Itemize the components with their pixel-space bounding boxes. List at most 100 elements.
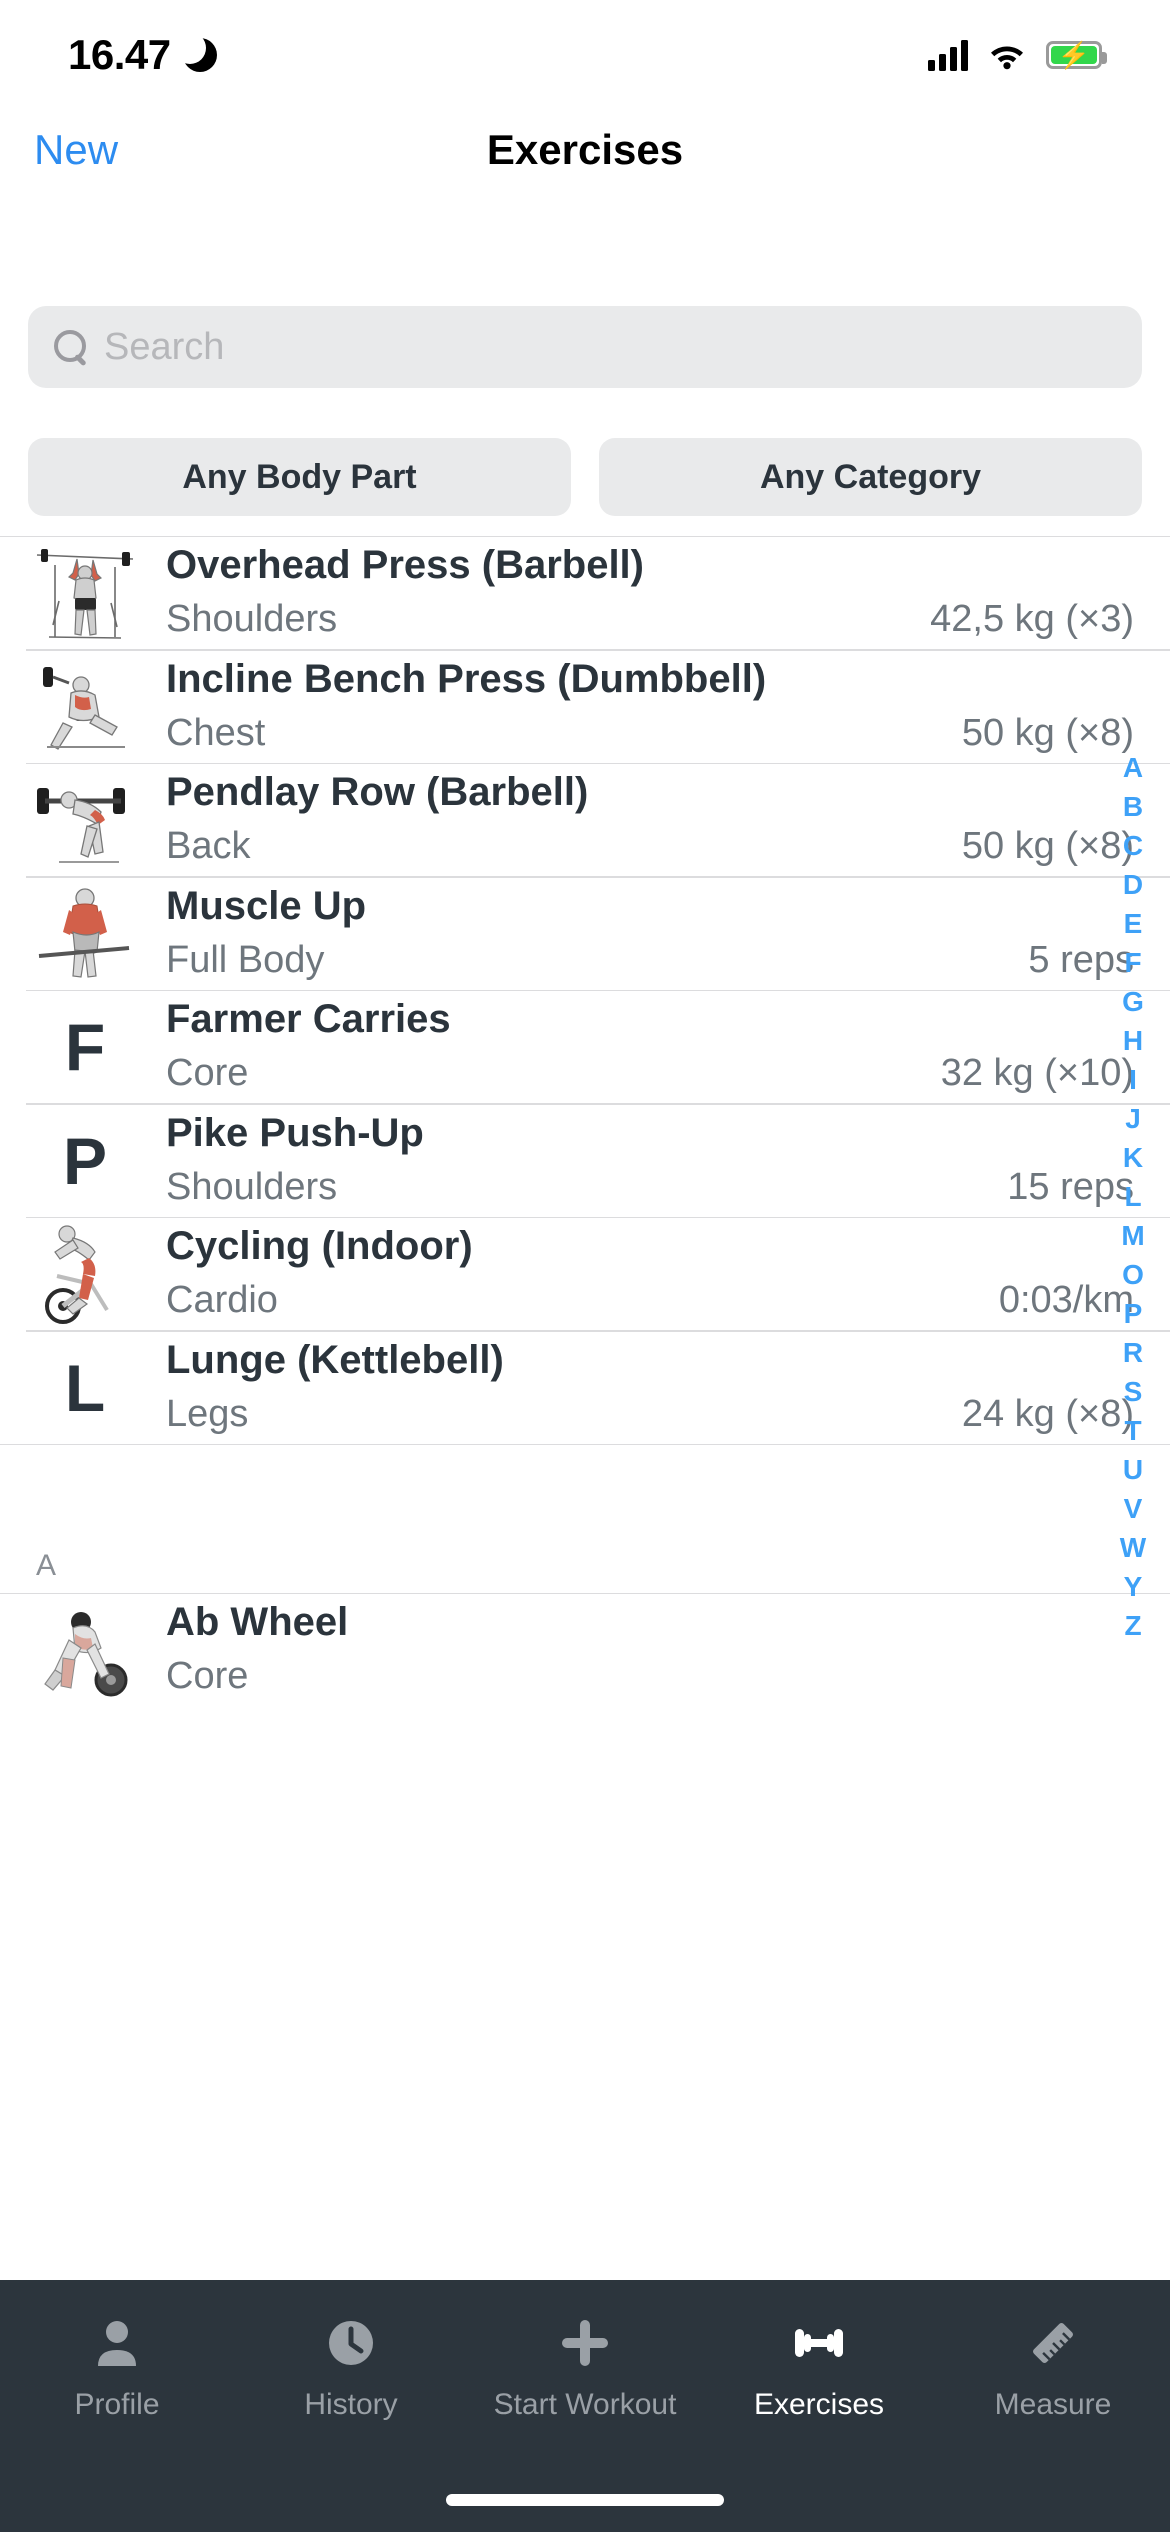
figure-muscle-up-icon bbox=[26, 882, 144, 986]
exercise-group: Legs bbox=[166, 1392, 249, 1435]
exercise-name: Cycling (Indoor) bbox=[166, 1224, 473, 1268]
table-row[interactable]: Muscle Up Full Body 5 reps bbox=[0, 878, 1170, 990]
exercise-group: Full Body bbox=[166, 938, 325, 981]
section-header: A bbox=[0, 1508, 1170, 1594]
exercise-name: Overhead Press (Barbell) bbox=[166, 543, 644, 587]
exercise-group: Core bbox=[166, 1654, 249, 1697]
exercise-name: Lunge (Kettlebell) bbox=[166, 1337, 504, 1382]
tab-profile-label: Profile bbox=[74, 2388, 160, 2421]
search-input[interactable]: Search bbox=[104, 326, 224, 369]
tab-history-label: History bbox=[304, 2388, 398, 2421]
ruler-icon bbox=[1026, 2314, 1080, 2372]
exercise-name: Ab Wheel bbox=[166, 1599, 349, 1644]
letter-placeholder-label: P bbox=[62, 1123, 108, 1198]
alphabet-index-letter[interactable]: Y bbox=[1124, 1567, 1143, 1606]
tab-bar: Profile History Start Workout Exercises … bbox=[0, 2280, 1170, 2532]
tab-exercises-label: Exercises bbox=[753, 2388, 885, 2421]
figure-overhead-press-icon bbox=[26, 541, 144, 645]
table-row[interactable]: L Lunge (Kettlebell) Legs 24 kg (×8) bbox=[0, 1332, 1170, 1444]
status-bar-left: 16.47 bbox=[68, 31, 217, 79]
alphabet-index-letter[interactable]: T bbox=[1124, 1411, 1141, 1450]
table-row[interactable]: Overhead Press (Barbell) Shoulders 42,5 … bbox=[0, 537, 1170, 649]
exercise-name: Farmer Carries bbox=[166, 997, 451, 1041]
table-row[interactable]: Ab Wheel Core bbox=[0, 1594, 1170, 1706]
exercise-group: Cardio bbox=[166, 1279, 278, 1321]
alphabet-index-letter[interactable]: S bbox=[1124, 1372, 1143, 1411]
alphabet-index-letter[interactable]: I bbox=[1129, 1060, 1137, 1099]
list-fade-overlay bbox=[0, 2220, 1170, 2280]
alphabet-index[interactable]: ABCDEFGHIJKLMOPRSTUVWYZ bbox=[1106, 748, 1160, 1645]
table-row[interactable]: Cycling (Indoor) Cardio 0:03/km bbox=[0, 1218, 1170, 1330]
alphabet-index-letter[interactable]: L bbox=[1124, 1177, 1141, 1216]
exercise-name: Pike Push-Up bbox=[166, 1110, 424, 1155]
alphabet-index-letter[interactable]: A bbox=[1123, 748, 1143, 787]
figure-incline-bench-press-icon bbox=[26, 655, 144, 759]
tab-profile[interactable]: Profile bbox=[0, 2314, 234, 2422]
page-title: Exercises bbox=[486, 126, 684, 173]
alphabet-index-letter[interactable]: Z bbox=[1124, 1606, 1141, 1645]
exercise-group: Chest bbox=[166, 711, 266, 754]
wifi-icon bbox=[988, 40, 1026, 70]
person-icon bbox=[93, 2314, 141, 2372]
alphabet-index-letter[interactable]: P bbox=[1124, 1294, 1143, 1333]
tab-exercises[interactable]: Exercises bbox=[702, 2314, 936, 2422]
alphabet-index-letter[interactable]: W bbox=[1120, 1528, 1146, 1567]
letter-placeholder: F bbox=[26, 995, 144, 1099]
battery-charging-icon: ⚡ bbox=[1046, 41, 1107, 69]
letter-placeholder: L bbox=[26, 1336, 144, 1440]
alphabet-index-letter[interactable]: C bbox=[1123, 826, 1143, 865]
alphabet-index-letter[interactable]: F bbox=[1124, 943, 1141, 982]
alphabet-index-letter[interactable]: H bbox=[1123, 1021, 1143, 1060]
clock-icon bbox=[326, 2314, 376, 2372]
search-icon bbox=[52, 329, 88, 365]
figure-pendlay-row-icon bbox=[26, 768, 144, 872]
figure-cycling-indoor-icon bbox=[26, 1222, 144, 1326]
alphabet-index-letter[interactable]: R bbox=[1123, 1333, 1143, 1372]
alphabet-index-letter[interactable]: G bbox=[1122, 982, 1144, 1021]
alphabet-index-letter[interactable]: O bbox=[1122, 1255, 1144, 1294]
filter-row: Any Body Part Any Category bbox=[28, 438, 1142, 516]
row-body: Ab Wheel Core bbox=[144, 1598, 1134, 1702]
alphabet-index-letter[interactable]: D bbox=[1123, 865, 1143, 904]
exercise-group: Core bbox=[166, 1052, 249, 1094]
table-row[interactable]: P Pike Push-Up Shoulders 15 reps bbox=[0, 1105, 1170, 1217]
exercise-value: 32 kg (×10) bbox=[940, 1052, 1134, 1094]
table-row[interactable]: Pendlay Row (Barbell) Back 50 kg (×8) bbox=[0, 764, 1170, 876]
tab-history[interactable]: History bbox=[234, 2314, 468, 2422]
exercise-name: Pendlay Row (Barbell) bbox=[166, 770, 589, 814]
row-body: Pendlay Row (Barbell) Back 50 kg (×8) bbox=[144, 768, 1134, 872]
row-body: Overhead Press (Barbell) Shoulders 42,5 … bbox=[144, 541, 1134, 645]
row-body: Pike Push-Up Shoulders 15 reps bbox=[144, 1109, 1134, 1213]
alphabet-index-letter[interactable]: U bbox=[1123, 1450, 1143, 1489]
alphabet-index-letter[interactable]: V bbox=[1124, 1489, 1143, 1528]
tab-measure[interactable]: Measure bbox=[936, 2314, 1170, 2422]
alphabet-index-letter[interactable]: J bbox=[1125, 1099, 1141, 1138]
tab-start-workout-label: Start Workout bbox=[493, 2388, 677, 2421]
tab-measure-label: Measure bbox=[994, 2388, 1112, 2421]
table-row[interactable]: F Farmer Carries Core 32 kg (×10) bbox=[0, 991, 1170, 1103]
exercise-list: Overhead Press (Barbell) Shoulders 42,5 … bbox=[0, 536, 1170, 1706]
letter-placeholder-label: F bbox=[64, 1010, 106, 1084]
status-bar-right: ⚡ bbox=[928, 39, 1107, 71]
cellular-signal-icon bbox=[928, 39, 968, 71]
search-field[interactable]: Search bbox=[28, 306, 1142, 388]
row-body: Incline Bench Press (Dumbbell) Chest 50 … bbox=[144, 655, 1134, 759]
filter-body-part-button[interactable]: Any Body Part bbox=[28, 438, 571, 516]
exercise-group: Back bbox=[166, 825, 251, 867]
table-row[interactable]: Incline Bench Press (Dumbbell) Chest 50 … bbox=[0, 651, 1170, 763]
alphabet-index-letter[interactable]: B bbox=[1123, 787, 1143, 826]
exercise-group: Shoulders bbox=[166, 1165, 338, 1208]
alphabet-index-letter[interactable]: M bbox=[1121, 1216, 1144, 1255]
alphabet-index-letter[interactable]: K bbox=[1123, 1138, 1143, 1177]
exercise-value: 42,5 kg (×3) bbox=[930, 598, 1134, 640]
row-body: Lunge (Kettlebell) Legs 24 kg (×8) bbox=[144, 1336, 1134, 1440]
figure-ab-wheel-icon bbox=[26, 1598, 144, 1702]
exercise-group: Shoulders bbox=[166, 598, 338, 640]
filter-category-button[interactable]: Any Category bbox=[599, 438, 1142, 516]
alphabet-index-letter[interactable]: E bbox=[1124, 904, 1143, 943]
row-body: Farmer Carries Core 32 kg (×10) bbox=[144, 995, 1134, 1099]
home-indicator bbox=[446, 2494, 724, 2506]
section-gap bbox=[0, 1443, 1170, 1508]
tab-start-workout[interactable]: Start Workout bbox=[468, 2314, 702, 2422]
navigation-bar: New Exercises bbox=[0, 110, 1170, 190]
